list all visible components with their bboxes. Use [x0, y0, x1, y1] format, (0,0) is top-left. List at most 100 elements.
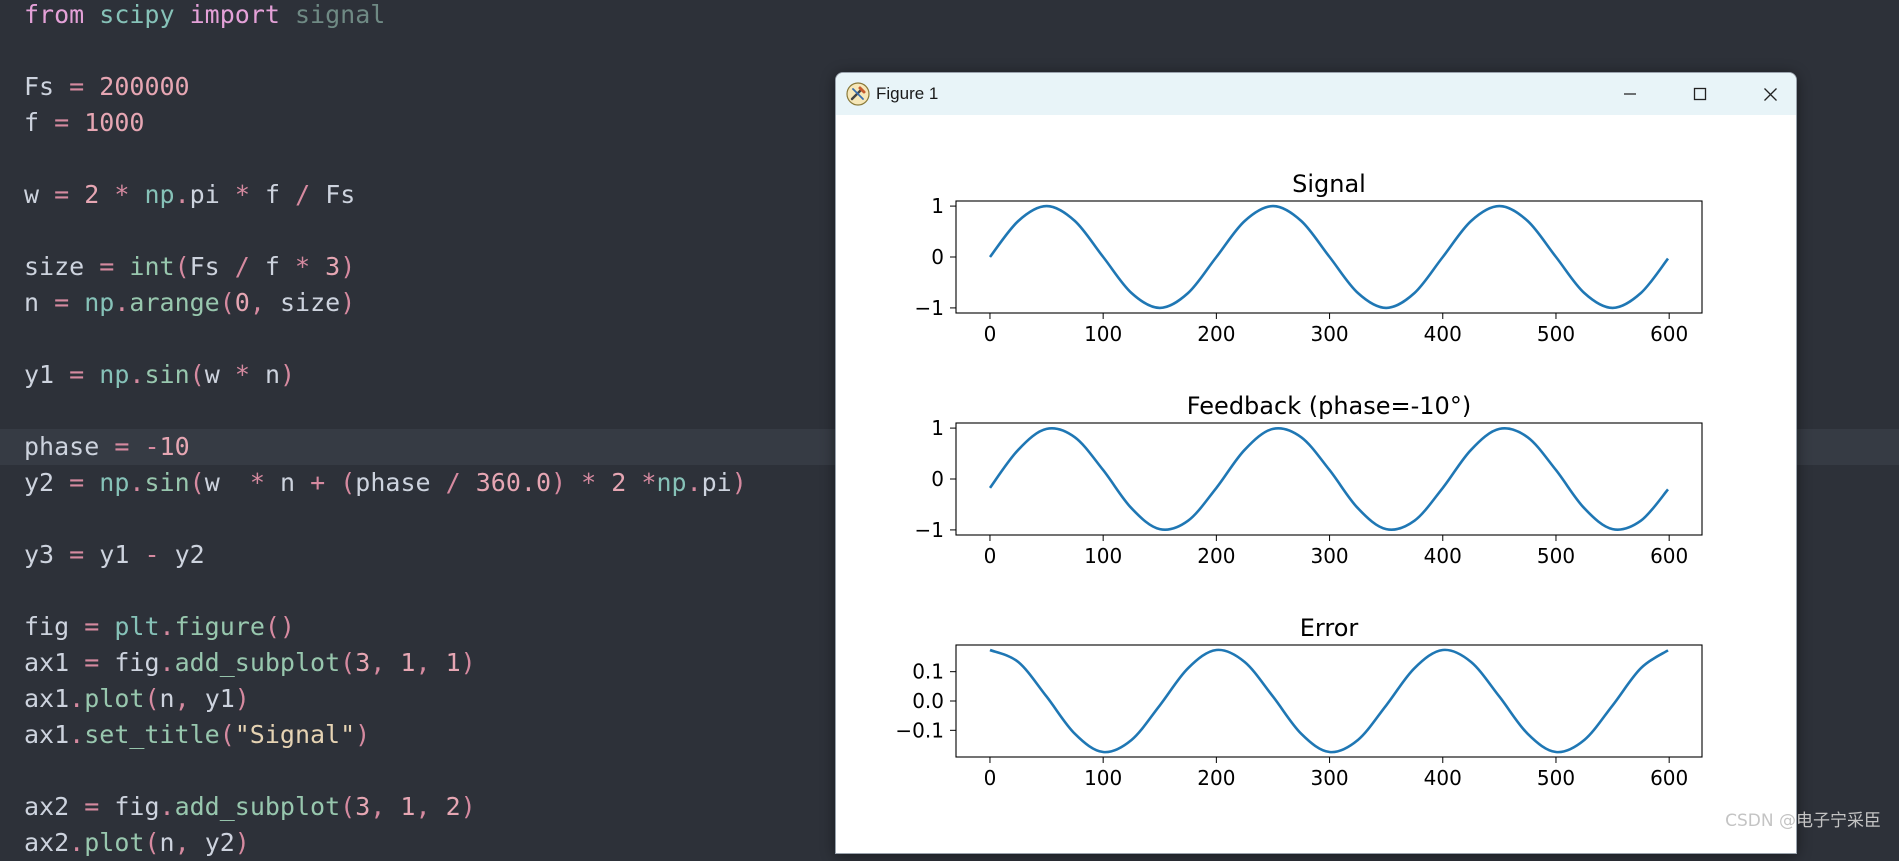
code-token: =: [69, 72, 85, 101]
y-tick-label: 0: [931, 467, 944, 491]
code-token: fig: [24, 612, 70, 641]
x-tick-label: 500: [1537, 322, 1575, 346]
window-title: Figure 1: [876, 84, 939, 103]
maximize-button[interactable]: [1668, 73, 1732, 115]
code-line[interactable]: [0, 33, 1899, 69]
code-token: *: [581, 468, 597, 497]
code-token: +: [310, 468, 326, 497]
code-token: -: [144, 540, 160, 569]
code-token: *: [114, 180, 130, 209]
y-tick-label: −0.1: [895, 718, 944, 742]
x-tick-label: 200: [1197, 322, 1235, 346]
series-line: [988, 427, 1669, 531]
code-token: /: [234, 252, 250, 281]
code-token: (: [340, 648, 356, 677]
code-token: (: [189, 468, 205, 497]
code-token: 1: [400, 648, 416, 677]
code-token: ,: [415, 792, 431, 821]
code-token: =: [54, 288, 70, 317]
code-token: -: [144, 432, 160, 461]
code-token: np: [99, 360, 130, 389]
code-token: size: [279, 288, 341, 317]
window-titlebar[interactable]: Figure 1: [836, 73, 1796, 115]
code-token: y1: [204, 684, 235, 713]
minimize-button[interactable]: [1598, 73, 1662, 115]
series-line: [988, 204, 1670, 310]
x-tick-label: 500: [1537, 766, 1575, 790]
code-token: add_subplot: [174, 648, 341, 677]
code-token: scipy: [99, 0, 175, 29]
code-token: =: [84, 612, 100, 641]
y-tick-label: −1: [915, 296, 944, 320]
code-token: ,: [249, 288, 265, 317]
code-token: 2: [611, 468, 627, 497]
code-token: *: [234, 360, 250, 389]
x-tick-label: 300: [1310, 544, 1348, 568]
code-token: ax1: [24, 684, 70, 713]
code-token: 200000: [99, 72, 190, 101]
code-token: ): [355, 720, 371, 749]
code-token: Fs: [325, 180, 356, 209]
code-token: =: [69, 540, 85, 569]
x-tick-label: 200: [1197, 766, 1235, 790]
code-token: signal: [294, 0, 386, 29]
code-token: *: [249, 468, 265, 497]
figure-canvas[interactable]: Signal 0 100 200 300 400 500 600 1 0 −1 Feedback (p…: [836, 115, 1796, 853]
code-token: 0: [234, 288, 250, 317]
watermark-text: CSDN @电子宁采臣: [1725, 811, 1881, 831]
code-token: .: [114, 288, 130, 317]
code-token: ): [280, 360, 296, 389]
code-token: fig: [114, 792, 160, 821]
axes-frame: [955, 644, 1703, 758]
code-token: .: [129, 360, 145, 389]
code-token: sin: [144, 468, 190, 497]
code-line[interactable]: from scipy import signal: [0, 0, 1899, 33]
code-token: (: [189, 360, 205, 389]
code-token: 1: [445, 648, 461, 677]
x-tick-label: 100: [1084, 544, 1122, 568]
code-token: plt: [114, 612, 160, 641]
code-token: ): [460, 648, 476, 677]
code-token: (: [219, 288, 235, 317]
y-tick-label: 0.1: [912, 660, 944, 684]
code-token: ,: [174, 828, 190, 857]
code-token: set_title: [84, 720, 220, 749]
code-token: /: [445, 468, 461, 497]
code-token: y2: [24, 468, 55, 497]
code-token: sin: [144, 360, 190, 389]
code-token: y1: [99, 540, 130, 569]
code-token: y2: [204, 828, 235, 857]
code-token: 3: [325, 252, 341, 281]
code-token: 1: [400, 792, 416, 821]
code-token: (: [144, 684, 160, 713]
x-tick-label: 400: [1424, 544, 1462, 568]
close-button[interactable]: [1738, 73, 1796, 115]
code-token: ,: [174, 684, 190, 713]
code-token: fig: [114, 648, 160, 677]
code-token: 2: [84, 180, 100, 209]
figure-window[interactable]: Figure 1 Signal 0 100 200 300 400 500 600 1 0 −1 Fe…: [835, 72, 1797, 854]
x-tick-label: 600: [1650, 766, 1688, 790]
